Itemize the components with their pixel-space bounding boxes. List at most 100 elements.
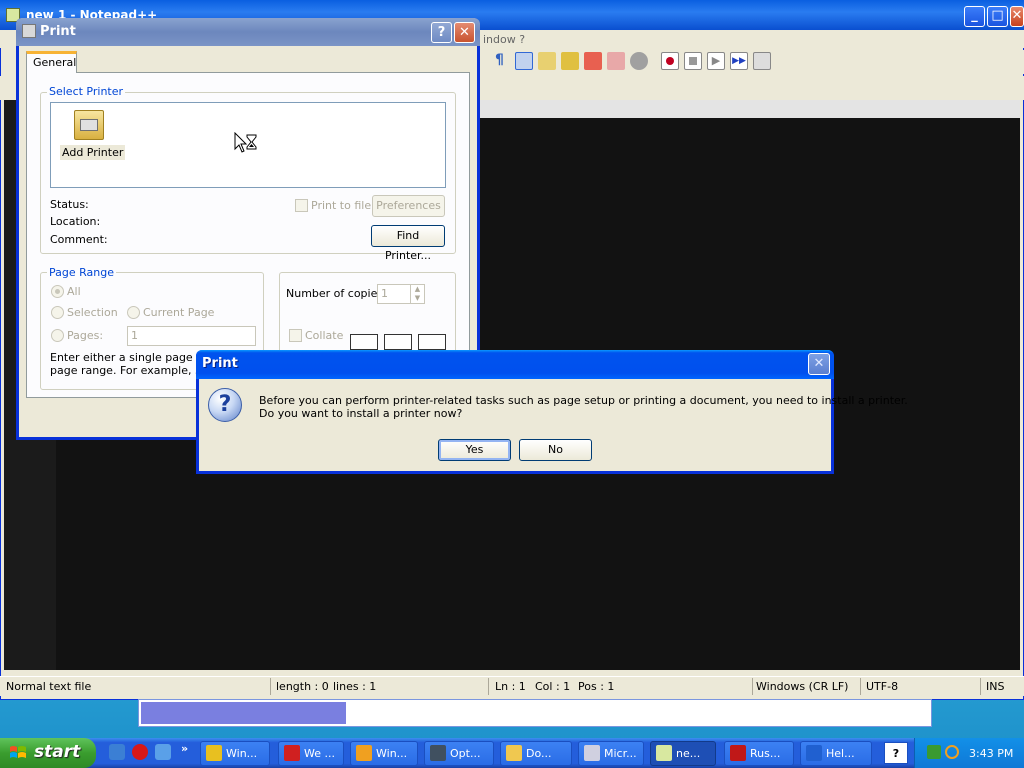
task-button-options[interactable]: Opt... (424, 741, 494, 766)
help-button[interactable]: ? (431, 22, 452, 43)
windows-icon (356, 745, 372, 761)
help-task-button[interactable]: ? (884, 742, 908, 764)
menu-window-partial[interactable]: indow ? (483, 33, 525, 46)
task-button-folder[interactable]: Do... (500, 741, 572, 766)
message-box-title: Print (202, 356, 238, 371)
task-button-label: Do... (526, 747, 552, 760)
task-button-label: Opt... (450, 747, 481, 760)
all-pages-label: All (67, 285, 81, 298)
folder-icon (506, 745, 522, 761)
notepad-icon (656, 745, 672, 761)
indent-guide-icon[interactable] (515, 52, 533, 70)
task-button-shield[interactable]: Rus... (724, 741, 794, 766)
paragraph-icon[interactable]: ¶ (495, 52, 513, 70)
start-label: start (34, 742, 81, 762)
yes-button[interactable]: Yes (438, 439, 511, 461)
status-insert-mode[interactable]: INS (986, 680, 1004, 693)
selection-radio[interactable] (51, 306, 64, 319)
opera-icon (284, 745, 300, 761)
record-off-icon[interactable] (630, 52, 648, 70)
printer-icon (22, 24, 36, 38)
current-page-radio[interactable] (127, 306, 140, 319)
status-bar: Normal text file length : 0 lines : 1 Ln… (0, 676, 1024, 696)
doc-map-icon[interactable] (538, 52, 556, 70)
all-pages-radio[interactable] (51, 285, 64, 298)
task-button-opera[interactable]: We ... (278, 741, 344, 766)
task-button-label: ne... (676, 747, 701, 760)
pages-label: Pages: (67, 329, 104, 342)
message-box-title-bar[interactable]: Print (196, 350, 834, 379)
task-button-media-player[interactable]: Win... (200, 741, 270, 766)
collate-illustration-icon (418, 334, 446, 350)
print-to-file-checkbox[interactable] (295, 199, 308, 212)
task-button-label: Win... (226, 747, 258, 760)
selection-label: Selection (67, 306, 118, 319)
page-range-label: Page Range (47, 266, 116, 279)
pages-input[interactable]: 1 (127, 326, 256, 346)
save-macro-icon[interactable] (753, 52, 771, 70)
find-printer-button[interactable]: Find Printer... (371, 225, 445, 262)
search-icon[interactable] (945, 745, 959, 759)
no-button[interactable]: No (519, 439, 592, 461)
status-label: Status: (50, 198, 89, 211)
task-button-help[interactable]: Hel... (800, 741, 872, 766)
folder-workspace-icon[interactable] (584, 52, 602, 70)
function-list-icon[interactable] (561, 52, 579, 70)
close-button[interactable]: ✕ (1010, 6, 1024, 27)
tab-general[interactable]: General (26, 51, 77, 73)
print-dialog-title-bar[interactable]: Print (16, 18, 480, 46)
network-icon[interactable] (927, 745, 941, 759)
notepad-toolbar: ¶ ▶ ▶▶ (480, 50, 1024, 74)
status-eol[interactable]: Windows (CR LF) (756, 680, 848, 693)
play-macro-icon[interactable]: ▶ (707, 52, 725, 70)
task-button-label: We ... (304, 747, 335, 760)
opera-icon[interactable] (132, 744, 148, 760)
task-button-feather[interactable]: Micr... (578, 741, 644, 766)
editor-ruler (480, 100, 1020, 118)
stop-macro-icon[interactable] (684, 52, 702, 70)
location-label: Location: (50, 215, 101, 228)
copies-spinner[interactable]: ▲ ▼ (410, 285, 424, 303)
clock[interactable]: 3:43 PM (969, 747, 1013, 760)
ie-quicklaunch-icon[interactable] (155, 744, 171, 760)
minimize-button[interactable]: _ (964, 6, 985, 27)
options-icon (430, 745, 446, 761)
internet-explorer-icon[interactable] (109, 744, 125, 760)
add-printer-label[interactable]: Add Printer (60, 145, 126, 160)
add-printer-icon[interactable] (74, 110, 104, 140)
collate-label: Collate (305, 329, 344, 342)
run-macro-multiple-icon[interactable]: ▶▶ (730, 52, 748, 70)
feather-icon (584, 745, 600, 761)
task-button-notepad[interactable]: ne... (650, 741, 716, 766)
print-to-file-label: Print to file (311, 199, 372, 212)
preferences-button[interactable]: Preferences (372, 195, 445, 217)
question-icon: ? (208, 388, 242, 422)
shield-icon (730, 745, 746, 761)
message-box-close-button[interactable]: ✕ (808, 353, 830, 375)
task-button-label: Rus... (750, 747, 781, 760)
print-dialog-close-button[interactable]: ✕ (454, 22, 475, 43)
quicklaunch-more-icon[interactable]: » (181, 742, 188, 755)
monitor-icon[interactable] (607, 52, 625, 70)
collate-illustration-icon (350, 334, 378, 350)
system-tray: 3:43 PM (914, 738, 1024, 768)
copies-label: Number of copies: (286, 287, 387, 300)
maximize-button[interactable]: □ (987, 6, 1008, 27)
task-button-label: Win... (376, 747, 408, 760)
message-line-2: Do you want to install a printer now? (259, 407, 463, 420)
select-printer-label: Select Printer (47, 85, 126, 98)
record-macro-icon[interactable] (661, 52, 679, 70)
collate-checkbox[interactable] (289, 329, 302, 342)
status-lines: lines : 1 (333, 680, 377, 693)
status-column: Col : 1 (535, 680, 571, 693)
status-filetype: Normal text file (6, 680, 92, 693)
windows-flag-icon (10, 746, 26, 758)
status-length: length : 0 (276, 680, 329, 693)
task-button-windows[interactable]: Win... (350, 741, 418, 766)
status-encoding[interactable]: UTF-8 (866, 680, 898, 693)
busy-cursor-icon (234, 132, 257, 153)
print-dialog-title: Print (40, 24, 76, 39)
help-icon (806, 745, 822, 761)
pages-radio[interactable] (51, 329, 64, 342)
task-button-label: Micr... (604, 747, 637, 760)
